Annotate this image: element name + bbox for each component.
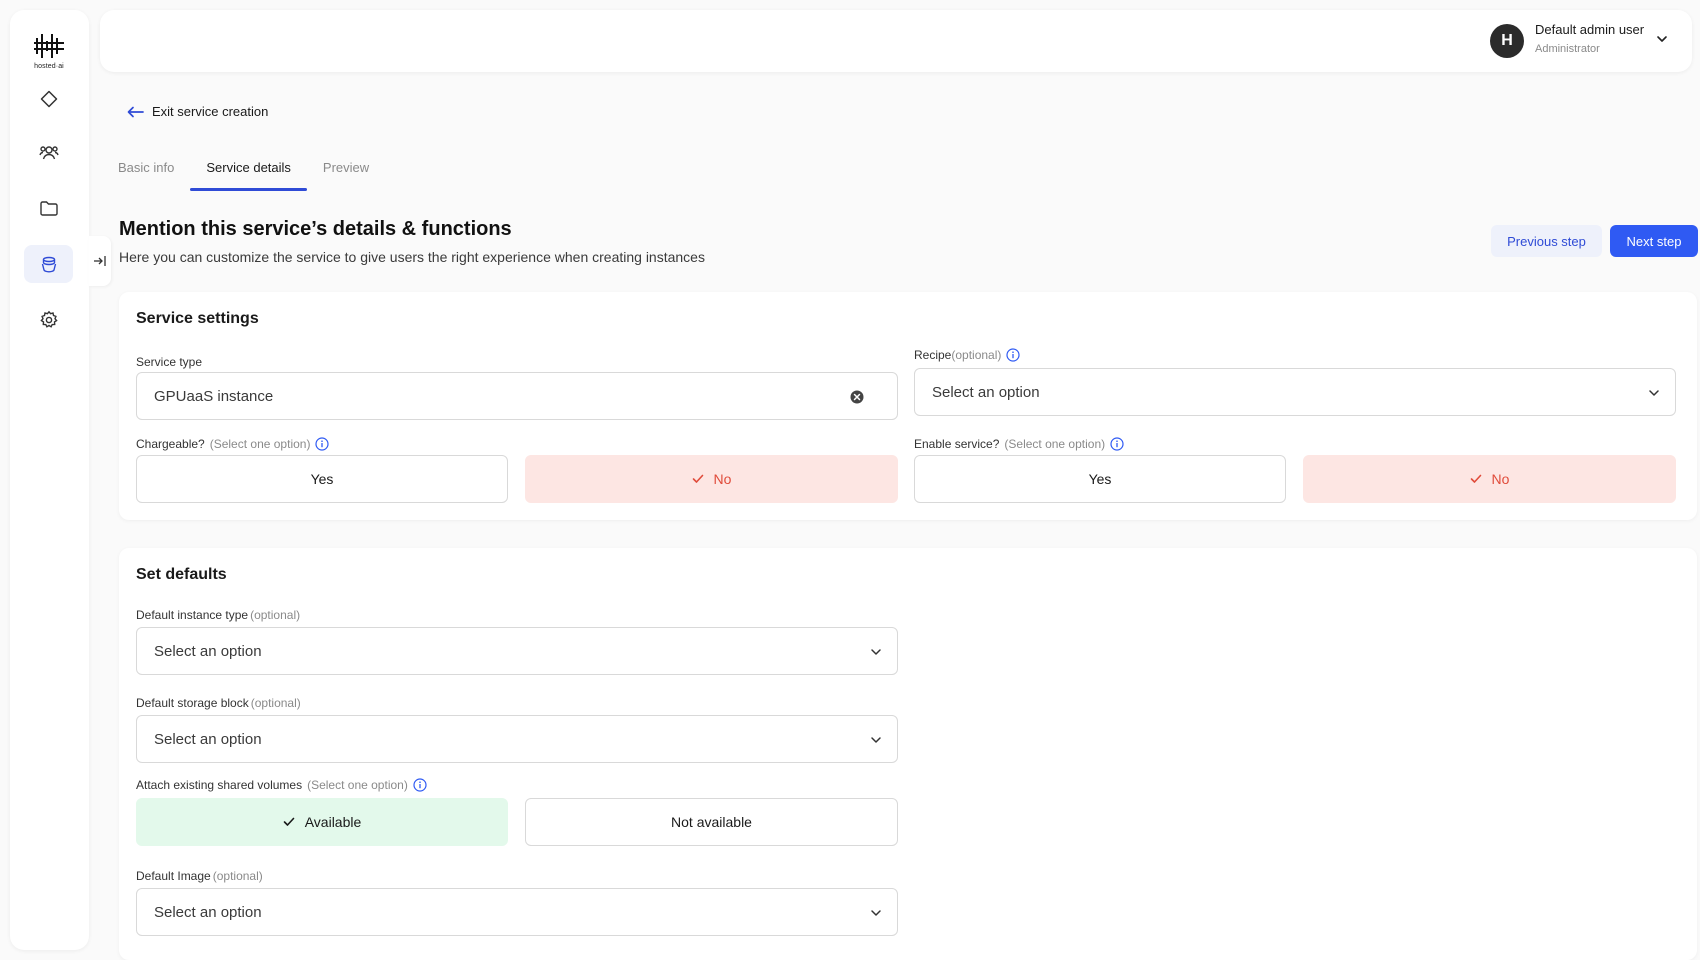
chargeable-no-option[interactable]: No [525, 455, 898, 503]
diamond-icon [40, 90, 57, 108]
chargeable-hint: (Select one option) [209, 437, 311, 451]
chevron-down-icon [871, 910, 881, 916]
folder-icon [39, 201, 58, 216]
storage-block-optional: (optional) [250, 696, 301, 710]
nav-services[interactable] [24, 245, 73, 283]
storage-block-select[interactable]: Select an option [136, 715, 898, 763]
storage-block-label-text: Default storage block [136, 696, 249, 710]
default-image-label: Default Image (optional) [136, 869, 263, 883]
tab-basic-info[interactable]: Basic info [102, 160, 190, 190]
enable-service-yes-option[interactable]: Yes [914, 455, 1286, 503]
exit-service-creation-label: Exit service creation [152, 104, 269, 119]
instance-type-select[interactable]: Select an option [136, 627, 898, 675]
chargeable-label-text: Chargeable? [136, 437, 205, 451]
previous-step-button[interactable]: Previous step [1491, 225, 1602, 257]
service-type-label: Service type [136, 355, 202, 369]
shared-volumes-label: Attach existing shared volumes (Select o… [136, 778, 427, 792]
chargeable-no-label: No [713, 471, 732, 487]
page-title: Mention this service’s details & functio… [119, 218, 512, 240]
shared-volumes-available-label: Available [304, 814, 362, 830]
users-icon [38, 146, 59, 160]
top-bar: H Default admin user Administrator [100, 10, 1692, 72]
tab-preview[interactable]: Preview [307, 160, 385, 190]
tab-service-details[interactable]: Service details [190, 160, 307, 191]
enable-service-no-option[interactable]: No [1303, 455, 1676, 503]
recipe-select[interactable]: Select an option [914, 368, 1676, 416]
recipe-placeholder: Select an option [932, 383, 1040, 401]
instance-type-optional: (optional) [250, 608, 301, 622]
set-defaults-title: Set defaults [136, 566, 227, 583]
shared-volumes-not-available-option[interactable]: Not available [525, 798, 898, 846]
enable-service-label: Enable service? (Select one option) [914, 437, 1124, 451]
services-icon [41, 256, 56, 273]
shared-volumes-available-option[interactable]: Available [136, 798, 508, 846]
nav-users[interactable] [24, 134, 73, 172]
user-role: Administrator [1535, 43, 1600, 55]
instance-type-placeholder: Select an option [154, 642, 262, 660]
storage-block-label: Default storage block (optional) [136, 696, 301, 710]
info-icon [413, 778, 427, 792]
sidebar-collapse-toggle[interactable] [89, 236, 111, 286]
avatar[interactable]: H [1490, 24, 1524, 58]
info-icon [1110, 437, 1124, 451]
service-type-value: GPUaaS instance [154, 387, 274, 405]
chevron-down-icon [871, 737, 881, 743]
enable-service-hint: (Select one option) [1004, 437, 1106, 451]
collapse-icon [94, 256, 106, 266]
default-image-placeholder: Select an option [154, 903, 262, 921]
instance-type-label: Default instance type (optional) [136, 608, 300, 622]
recipe-info[interactable] [1006, 348, 1020, 362]
enable-service-label-text: Enable service? [914, 437, 1000, 451]
check-icon [692, 474, 703, 483]
chargeable-info[interactable] [315, 437, 330, 451]
chevron-down-icon [1657, 36, 1667, 42]
service-type-label-text: Service type [136, 355, 203, 369]
clear-icon [850, 390, 864, 404]
clear-selection-button[interactable] [850, 390, 864, 408]
arrow-left-icon [127, 106, 144, 117]
chargeable-yes-label: Yes [310, 471, 334, 487]
shared-volumes-hint: (Select one option) [307, 778, 408, 792]
recipe-label: Recipe (optional) [914, 348, 1020, 362]
service-type-field[interactable]: GPUaaS instance [136, 372, 898, 420]
user-name: Default admin user [1535, 22, 1645, 37]
storage-block-placeholder: Select an option [154, 730, 262, 748]
default-image-select[interactable]: Select an option [136, 888, 898, 936]
chargeable-label: Chargeable? (Select one option) [136, 437, 330, 451]
nav-folder[interactable] [24, 189, 73, 227]
service-settings-card: Service settings Service type GPUaaS ins… [119, 292, 1697, 520]
check-icon [283, 817, 295, 826]
logo-mark-icon [34, 34, 64, 58]
default-image-label-text: Default Image [136, 869, 211, 883]
chevron-down-icon [871, 649, 881, 655]
enable-service-yes-label: Yes [1088, 471, 1112, 487]
step-tabs: Basic info Service details Preview [118, 160, 385, 191]
recipe-label-text: Recipe [914, 348, 952, 362]
shared-volumes-label-text: Attach existing shared volumes [136, 778, 303, 792]
shared-volumes-not-available-label: Not available [671, 814, 752, 830]
chevron-down-icon [1649, 390, 1659, 396]
logo-text: hosted·ai [34, 63, 64, 70]
shared-volumes-info[interactable] [413, 778, 427, 792]
enable-service-no-label: No [1491, 471, 1510, 487]
check-icon [1470, 474, 1481, 483]
info-icon [315, 437, 330, 451]
recipe-optional: (optional) [951, 348, 1002, 362]
chargeable-yes-option[interactable]: Yes [136, 455, 508, 503]
page-subtitle: Here you can customize the service to gi… [119, 249, 705, 265]
nav-diamond[interactable] [24, 80, 73, 118]
default-image-optional: (optional) [212, 869, 263, 883]
sidebar: hosted·ai [10, 10, 89, 950]
instance-type-label-text: Default instance type [136, 608, 249, 622]
user-menu-toggle[interactable] [1655, 32, 1669, 51]
brand-logo[interactable]: hosted·ai [24, 30, 74, 80]
enable-service-info[interactable] [1110, 437, 1124, 451]
next-step-button[interactable]: Next step [1610, 225, 1698, 257]
settings-icon [39, 310, 58, 328]
info-icon [1006, 348, 1020, 362]
service-settings-title: Service settings [136, 310, 259, 327]
set-defaults-card: Set defaults Default instance type (opti… [119, 548, 1697, 960]
exit-service-creation-link[interactable]: Exit service creation [127, 104, 268, 119]
nav-settings[interactable] [24, 301, 73, 339]
